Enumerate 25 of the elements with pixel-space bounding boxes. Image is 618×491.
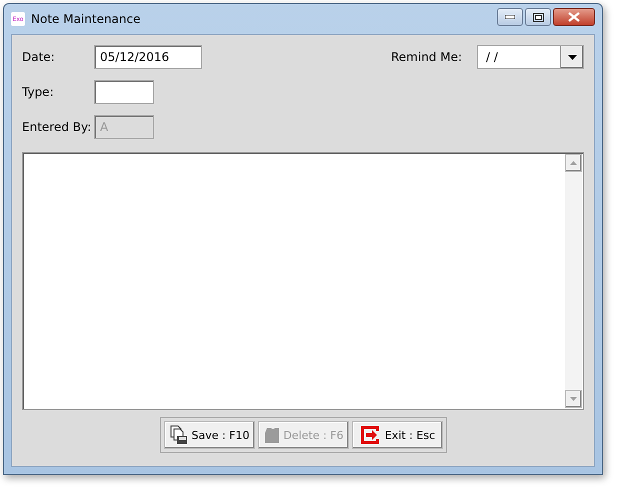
minimize-icon	[505, 15, 515, 19]
exit-button[interactable]: Exit : Esc	[352, 421, 442, 449]
maximize-icon	[532, 12, 544, 22]
field-label: Entered By:	[22, 120, 92, 134]
scrollbar[interactable]	[565, 154, 582, 408]
field-label: Remind Me:	[391, 50, 463, 64]
scroll-down-button[interactable]	[565, 390, 582, 408]
exit-icon	[358, 425, 381, 445]
close-button[interactable]	[553, 8, 595, 26]
scroll-up-button[interactable]	[565, 154, 582, 172]
minimize-button[interactable]	[497, 8, 523, 26]
field-label: Type:	[22, 85, 55, 99]
dropdown-arrow-icon	[568, 54, 576, 60]
save-icon	[168, 425, 188, 445]
window-title: Note Maintenance	[31, 12, 142, 26]
close-icon	[568, 12, 580, 22]
down-arrow-icon	[570, 397, 577, 401]
maximize-button[interactable]	[525, 8, 551, 26]
input-field[interactable]	[94, 80, 154, 104]
delete-icon	[262, 425, 280, 445]
input-field[interactable]: 05/12/2016	[94, 45, 202, 69]
up-arrow-icon	[570, 161, 577, 165]
field-label: Date:	[22, 50, 56, 64]
date-dropdown[interactable]: / /	[477, 45, 584, 69]
save-button[interactable]: Save : F10	[164, 421, 254, 449]
